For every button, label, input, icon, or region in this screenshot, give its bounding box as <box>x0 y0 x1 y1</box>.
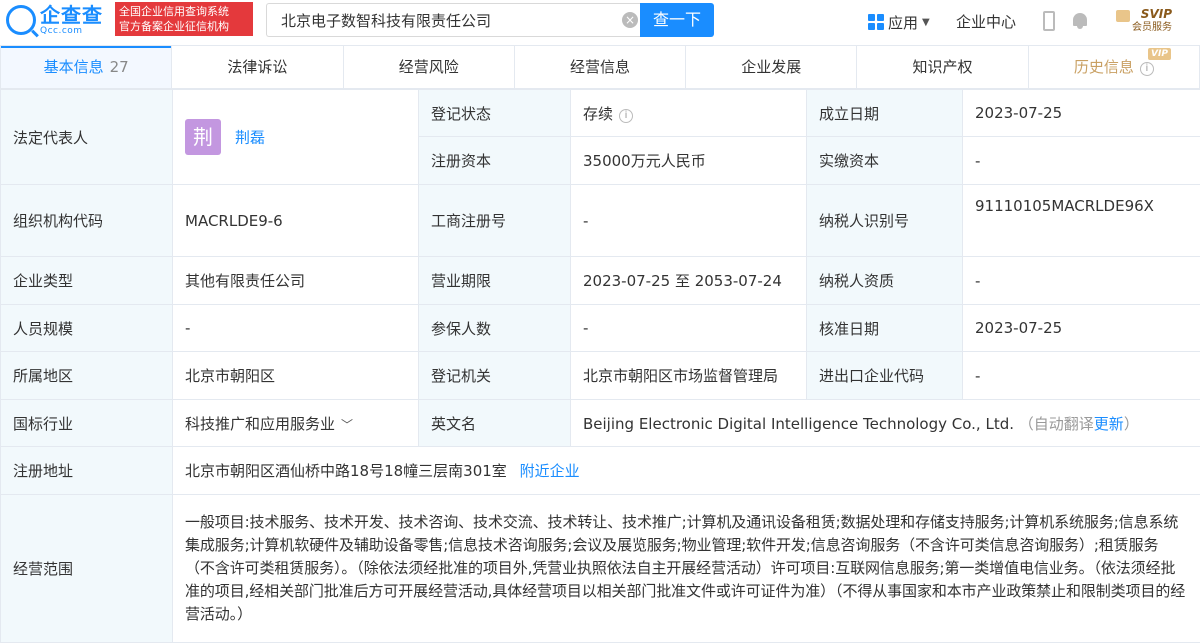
vip-badge: VIP <box>1148 48 1171 60</box>
nearby-companies-link[interactable]: 附近企业 <box>520 462 580 480</box>
staff-size-value: - <box>173 305 419 352</box>
scope-label: 经营范围 <box>1 495 173 643</box>
tab-legal[interactable]: 法律诉讼 <box>172 46 343 88</box>
legal-rep-cell: 荆荆磊 <box>173 90 419 185</box>
tax-id-label: 纳税人识别号 <box>807 185 963 257</box>
logo-en-text: Qcc.com <box>40 27 103 36</box>
industry-label: 国标行业 <box>1 400 173 447</box>
reg-capital-value: 35000万元人民币 <box>571 137 807 185</box>
org-code-value: MACRLDE9-6 <box>173 185 419 257</box>
industry-value: 科技推广和应用服务业 <box>185 415 335 433</box>
tab-basic-info[interactable]: 基本信息 27 <box>1 46 172 88</box>
tab-label: 历史信息 <box>1074 58 1134 76</box>
chevron-down-icon[interactable]: ﹀ <box>341 416 353 433</box>
address-label: 注册地址 <box>1 447 173 495</box>
biz-reg-no-value: - <box>571 185 807 257</box>
tax-id-value: 91110105MACRLDE96X <box>963 185 1200 257</box>
legal-rep-label: 法定代表人 <box>1 90 173 185</box>
reg-status-cell: 存续 i <box>571 90 807 137</box>
mobile-phone-icon[interactable] <box>1043 11 1055 31</box>
taxpayer-qual-label: 纳税人资质 <box>807 257 963 305</box>
biz-reg-no-label: 工商注册号 <box>419 185 571 257</box>
insured-value: - <box>571 305 807 352</box>
tab-label: 基本信息 <box>44 58 104 76</box>
region-value: 北京市朝阳区 <box>173 352 419 400</box>
org-code-label: 组织机构代码 <box>1 185 173 257</box>
legal-rep-name[interactable]: 荆磊 <box>235 129 265 147</box>
crown-icon <box>1116 10 1130 22</box>
staff-size-label: 人员规模 <box>1 305 173 352</box>
update-link[interactable]: 更新 <box>1094 415 1124 433</box>
vip-service-label: 会员服务 <box>1132 23 1172 33</box>
english-name-label: 英文名 <box>419 400 571 447</box>
basic-info-table: 法定代表人 荆荆磊 登记状态 存续i 成立日期 2023-07-25 注册资本 … <box>0 89 1200 643</box>
search-input-value: 北京电子数智科技有限责任公司 <box>281 10 491 31</box>
apps-grid-icon <box>868 14 884 30</box>
nav-enterprise-center[interactable]: 企业中心 <box>956 11 1016 32</box>
taxpayer-qual-value: - <box>963 257 1200 305</box>
tab-history[interactable]: VIP 历史信息 i <box>1029 46 1199 88</box>
auto-translate-close: ） <box>1124 415 1139 433</box>
company-type-value: 其他有限责任公司 <box>173 257 419 305</box>
found-date-value: 2023-07-25 <box>963 90 1200 137</box>
region-label: 所属地区 <box>1 352 173 400</box>
tab-count: 27 <box>110 58 129 76</box>
info-icon[interactable]: i <box>1140 62 1154 76</box>
nav-app-menu[interactable]: 应用 ▼ <box>868 10 930 34</box>
import-export-value: - <box>963 352 1200 400</box>
approval-date-value: 2023-07-25 <box>963 305 1200 352</box>
info-icon[interactable]: i <box>619 109 633 123</box>
approval-date-label: 核准日期 <box>807 305 963 352</box>
insured-label: 参保人数 <box>419 305 571 352</box>
company-type-label: 企业类型 <box>1 257 173 305</box>
english-name-cell: Beijing Electronic Digital Intelligence … <box>571 400 1200 447</box>
found-date-label: 成立日期 <box>807 90 963 137</box>
tab-bar: 基本信息 27 法律诉讼 经营风险 经营信息 企业发展 知识产权 VIP 历史信息… <box>0 45 1200 89</box>
paid-capital-label: 实缴资本 <box>807 137 963 185</box>
reg-authority-label: 登记机关 <box>419 352 571 400</box>
address-value: 北京市朝阳区酒仙桥中路18号18幢三层南301室 <box>185 462 507 480</box>
scope-value: 一般项目:技术服务、技术开发、技术咨询、技术交流、技术转让、技术推广;计算机及通… <box>173 495 1200 643</box>
logo-cn-text: 企查查 <box>40 5 103 25</box>
logo-icon <box>6 5 36 35</box>
english-name-value: Beijing Electronic Digital Intelligence … <box>583 415 1014 433</box>
reg-capital-label: 注册资本 <box>419 137 571 185</box>
reg-status-value: 存续 <box>583 105 613 123</box>
paid-capital-value: - <box>963 137 1200 185</box>
slogan-line-2: 官方备案企业征信机构 <box>119 19 249 34</box>
qcc-logo[interactable]: 企查查 Qcc.com <box>6 3 103 37</box>
search-button[interactable]: 查一下 <box>640 3 714 37</box>
auto-translate-note: （自动翻译 <box>1019 415 1094 433</box>
tab-risk[interactable]: 经营风险 <box>344 46 515 88</box>
biz-term-value: 2023-07-25 至 2053-07-24 <box>571 257 807 305</box>
tab-operation[interactable]: 经营信息 <box>515 46 686 88</box>
clear-icon[interactable]: × <box>622 12 638 28</box>
top-header: 企查查 Qcc.com 全国企业信用查询系统 官方备案企业征信机构 北京电子数智… <box>0 0 1200 42</box>
slogan-line-1: 全国企业信用查询系统 <box>119 4 249 19</box>
avatar[interactable]: 荆 <box>185 119 221 155</box>
search-input[interactable]: 北京电子数智科技有限责任公司 × <box>266 3 640 37</box>
svip-member-button[interactable]: SVIP 会员服务 <box>1116 8 1172 36</box>
nav-app-label: 应用 <box>888 12 918 33</box>
reg-status-label: 登记状态 <box>419 90 571 137</box>
tab-development[interactable]: 企业发展 <box>686 46 857 88</box>
tab-ip[interactable]: 知识产权 <box>857 46 1028 88</box>
biz-term-label: 营业期限 <box>419 257 571 305</box>
svip-label: SVIP <box>1141 8 1172 20</box>
reg-authority-value: 北京市朝阳区市场监督管理局 <box>571 352 807 400</box>
slogan-badge: 全国企业信用查询系统 官方备案企业征信机构 <box>115 2 253 36</box>
import-export-label: 进出口企业代码 <box>807 352 963 400</box>
industry-cell[interactable]: 科技推广和应用服务业 ﹀ <box>173 400 419 447</box>
address-cell: 北京市朝阳区酒仙桥中路18号18幢三层南301室 附近企业 <box>173 447 1200 495</box>
caret-down-icon: ▼ <box>922 17 930 28</box>
bell-icon[interactable] <box>1072 12 1088 30</box>
